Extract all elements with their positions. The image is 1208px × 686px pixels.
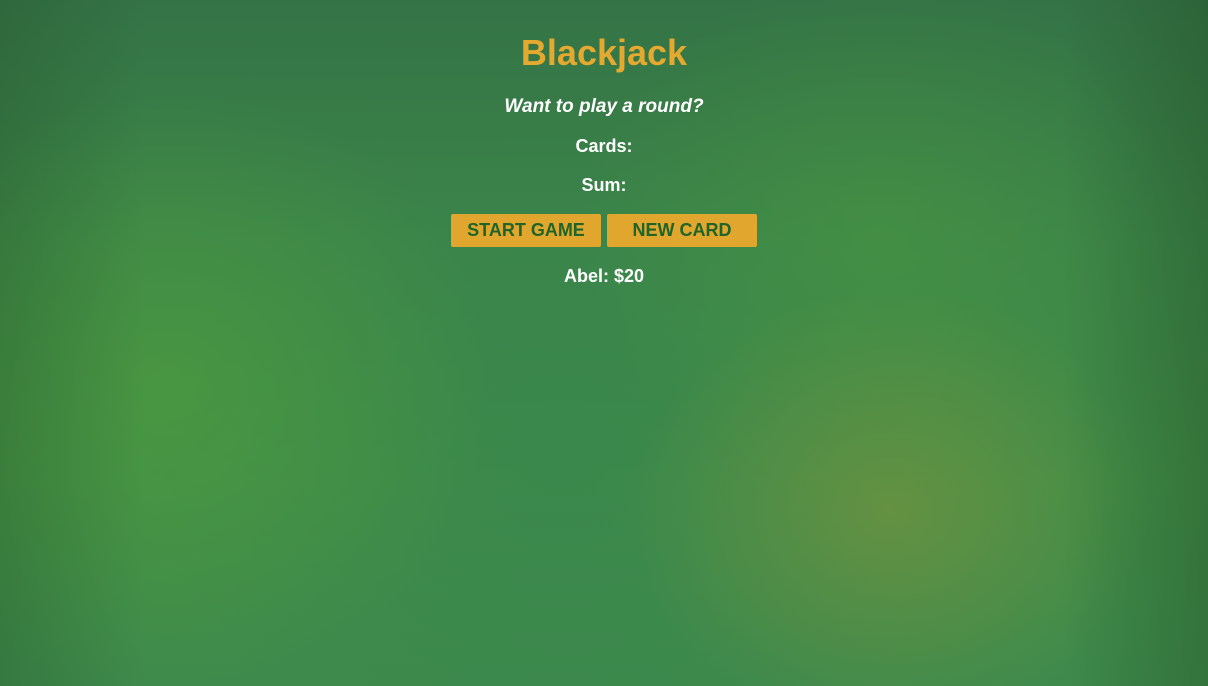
cards-row: Cards: [0,135,1208,157]
game-title: Blackjack [520,32,688,73]
sum-label: Sum: [581,175,627,195]
cards-label: Cards: [575,136,633,156]
player-balance: Abel: $20 [563,266,645,286]
button-group: START GAME NEW CARD [0,214,1208,247]
new-card-button[interactable]: NEW CARD [607,214,757,247]
game-container: Blackjack Want to play a round? Cards: S… [0,0,1208,287]
start-game-button[interactable]: START GAME [451,214,601,247]
message-text: Want to play a round? [504,96,704,117]
sum-row: Sum: [0,174,1208,196]
